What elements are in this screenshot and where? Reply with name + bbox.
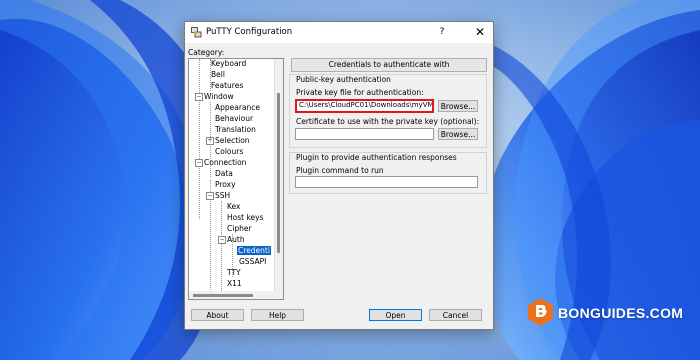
- certificate-field[interactable]: [295, 128, 434, 140]
- tree-item-colours[interactable]: Colours: [215, 147, 243, 157]
- collapse-icon[interactable]: −: [218, 236, 226, 244]
- browse-private-key-button[interactable]: Browse...: [438, 100, 478, 112]
- tree-item-bell[interactable]: Bell: [211, 70, 225, 80]
- tree-item-tty[interactable]: TTY: [227, 268, 241, 278]
- scrollbar-thumb[interactable]: [193, 294, 253, 297]
- tree-item-kex[interactable]: Kex: [227, 202, 240, 212]
- help-button[interactable]: Help: [251, 309, 304, 321]
- tree-line: [221, 201, 222, 299]
- tree-item-connection[interactable]: Connection: [204, 158, 246, 168]
- title-bar[interactable]: PuTTY Configuration ? ✕: [185, 22, 493, 43]
- tree-item-features[interactable]: Features: [211, 81, 243, 91]
- tree-item-host-keys[interactable]: Host keys: [227, 213, 264, 223]
- tree-item-credentials[interactable]: Credenti: [237, 246, 271, 256]
- category-label: Category:: [188, 48, 225, 57]
- tree-item-translation[interactable]: Translation: [215, 125, 256, 135]
- tree-item-proxy[interactable]: Proxy: [215, 180, 236, 190]
- tree-item-selection[interactable]: Selection: [215, 136, 250, 146]
- plugin-group-title: Plugin to provide authentication respons…: [296, 153, 457, 162]
- tree-line: [199, 59, 200, 219]
- cancel-button[interactable]: Cancel: [429, 309, 482, 321]
- watermark-text: BONGUIDES.COM: [558, 305, 684, 321]
- tree-item-keyboard[interactable]: Keyboard: [211, 59, 246, 69]
- tree-vertical-scrollbar[interactable]: [274, 59, 283, 299]
- plugin-command-field[interactable]: [295, 176, 478, 188]
- putty-app-icon: [191, 27, 202, 38]
- tree-item-behaviour[interactable]: Behaviour: [215, 114, 253, 124]
- plugin-command-label: Plugin command to run: [296, 166, 384, 175]
- tree-item-auth[interactable]: Auth: [227, 235, 245, 245]
- panel-header: Credentials to authenticate with: [291, 58, 487, 72]
- browse-certificate-button[interactable]: Browse...: [438, 128, 478, 140]
- collapse-icon[interactable]: −: [195, 93, 203, 101]
- open-button[interactable]: Open: [369, 309, 422, 321]
- private-key-field[interactable]: C:\Users\CloudPC01\Downloads\myVM: [295, 99, 434, 113]
- category-tree[interactable]: Keyboard Bell Features − Window Appearan…: [188, 58, 284, 300]
- tree-item-ssh[interactable]: SSH: [215, 191, 230, 201]
- tree-item-x11[interactable]: X11: [227, 279, 242, 289]
- pubkey-group-title: Public-key authentication: [296, 75, 391, 84]
- expand-icon[interactable]: +: [206, 137, 214, 145]
- window-title: PuTTY Configuration: [206, 27, 293, 37]
- collapse-icon[interactable]: −: [195, 159, 203, 167]
- tree-horizontal-scrollbar[interactable]: [189, 291, 275, 299]
- help-icon[interactable]: ?: [435, 25, 449, 39]
- putty-config-dialog: PuTTY Configuration ? ✕ Category: Keyboa…: [184, 21, 494, 330]
- tree-item-window[interactable]: Window: [204, 92, 234, 102]
- tree-item-gssapi[interactable]: GSSAPI: [239, 257, 266, 267]
- tree-item-appearance[interactable]: Appearance: [215, 103, 260, 113]
- certificate-label: Certificate to use with the private key …: [296, 117, 480, 126]
- tree-item-data[interactable]: Data: [215, 169, 233, 179]
- about-button[interactable]: About: [191, 309, 244, 321]
- scrollbar-thumb[interactable]: [277, 93, 280, 253]
- collapse-icon[interactable]: −: [206, 192, 214, 200]
- tree-item-cipher[interactable]: Cipher: [227, 224, 252, 234]
- bonguides-logo-icon: [528, 298, 553, 326]
- private-key-label: Private key file for authentication:: [296, 88, 424, 97]
- close-icon[interactable]: ✕: [473, 25, 487, 39]
